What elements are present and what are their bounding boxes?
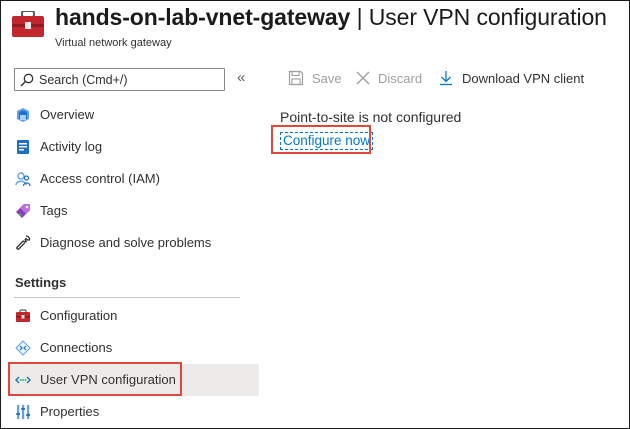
sidebar-item-label: Connections [40, 340, 113, 355]
sidebar-item-label: Properties [40, 404, 100, 419]
tag-icon [16, 204, 30, 218]
window-frame: hands-on-lab-vnet-gateway | User VPN con… [0, 0, 630, 429]
sidebar-item-connections[interactable]: Connections [9, 332, 259, 364]
settings-heading: Settings [15, 275, 67, 290]
resource-type: Virtual network gateway [55, 37, 172, 49]
discard-label: Discard [378, 71, 423, 86]
sidebar-item-label: Configuration [40, 308, 118, 323]
sidebar-item-configuration[interactable]: Configuration [9, 300, 259, 332]
sidebar-item-overview[interactable]: Overview [9, 99, 259, 131]
download-label: Download VPN client [462, 71, 585, 86]
resource-name: hands-on-lab-vnet-gateway [55, 4, 351, 30]
save-icon [288, 70, 304, 86]
configure-now-link[interactable]: Configure now [280, 132, 374, 150]
sidebar-item-diagnose[interactable]: Diagnose and solve problems [9, 227, 259, 259]
download-vpn-client-button[interactable]: Download VPN client [438, 68, 588, 90]
sidebar-item-user-vpn-configuration[interactable]: User VPN configuration [9, 364, 259, 396]
sidebar-item-label: User VPN configuration [40, 372, 176, 387]
connections-icon [15, 340, 31, 356]
sidebar-item-label: Activity log [40, 139, 103, 154]
collapse-sidebar-button[interactable]: « [237, 69, 251, 89]
page-title: hands-on-lab-vnet-gateway | User VPN con… [55, 4, 607, 31]
download-icon [440, 71, 452, 86]
section-divider [14, 297, 240, 298]
discard-button[interactable]: Discard [355, 68, 425, 90]
search-input[interactable]: Search (Cmd+/) [14, 68, 225, 91]
sidebar-item-properties[interactable]: Properties [9, 396, 259, 428]
sidebar-item-activity-log[interactable]: Activity log [9, 131, 259, 163]
close-icon [356, 71, 370, 85]
page-header: hands-on-lab-vnet-gateway | User VPN con… [1, 1, 630, 57]
activity-log-icon [17, 140, 29, 154]
vpn-icon [15, 376, 31, 384]
iam-icon [15, 172, 31, 187]
sidebar-item-label: Access control (IAM) [40, 171, 160, 186]
overview-icon [17, 108, 29, 122]
search-icon [20, 73, 34, 87]
search-placeholder: Search (Cmd+/) [39, 73, 128, 87]
sidebar-item-access-control[interactable]: Access control (IAM) [9, 163, 259, 195]
sidebar-item-label: Diagnose and solve problems [40, 235, 212, 250]
title-separator: | [356, 4, 363, 30]
properties-icon [16, 405, 30, 419]
status-message: Point-to-site is not configured [280, 109, 462, 125]
sidebar-item-label: Tags [40, 203, 68, 218]
sidebar-item-label: Overview [40, 107, 95, 122]
save-label: Save [312, 71, 342, 86]
sidebar-item-tags[interactable]: Tags [9, 195, 259, 227]
wrench-icon [16, 235, 31, 250]
toolbox-icon [12, 11, 44, 37]
save-button[interactable]: Save [288, 68, 343, 90]
toolbox-icon [16, 309, 30, 322]
blade-name: User VPN configuration [368, 4, 607, 30]
